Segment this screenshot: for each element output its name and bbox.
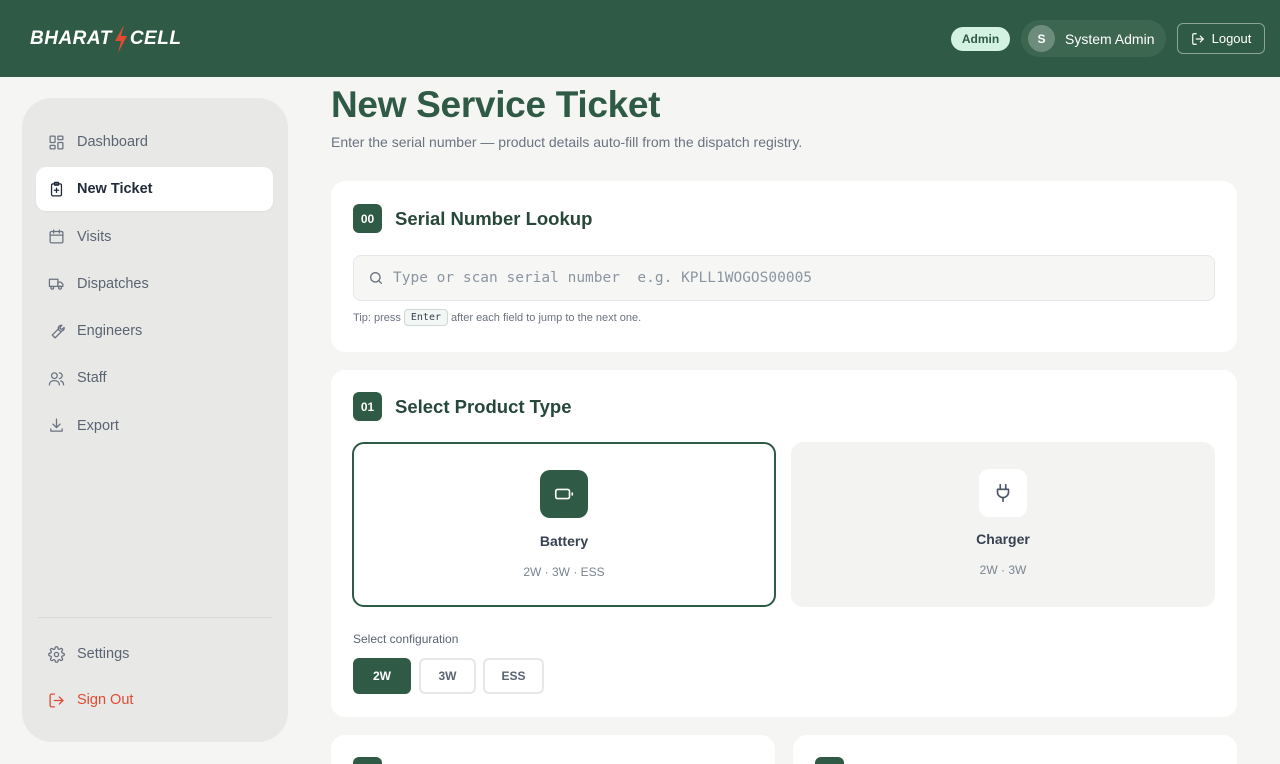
battery-icon [554, 488, 574, 500]
section-title: Serial Number Lookup [395, 208, 593, 229]
sidebar-item-label: Export [77, 417, 119, 434]
tip-text-after: after each field to jump to the next one… [451, 311, 642, 324]
sidebar: Dashboard New Ticket Visits Dispatches E… [22, 98, 288, 742]
sidebar-item-label: Staff [77, 370, 107, 387]
sidebar-item-label: Dispatches [77, 275, 149, 292]
page-subtitle: Enter the serial number — product detail… [331, 134, 803, 150]
sidebar-divider [38, 617, 272, 618]
sidebar-item-label: New Ticket [77, 181, 153, 198]
brand-text-left: BHARAT [30, 28, 112, 49]
sidebar-nav: Dashboard New Ticket Visits Dispatches E… [36, 120, 273, 451]
config-label: Select configuration [353, 632, 459, 646]
sidebar-item-staff[interactable]: Staff [36, 356, 273, 400]
top-bar: BHARAT CELL Admin S System Admin Logout [0, 0, 1280, 77]
sidebar-item-label: Sign Out [77, 692, 134, 708]
config-ess-button[interactable]: ESS [483, 658, 544, 694]
wrench-icon [51, 324, 65, 339]
sidebar-item-visits[interactable]: Visits [36, 215, 273, 259]
sidebar-bottom-nav: Settings Sign Out [36, 632, 273, 724]
sidebar-item-new-ticket[interactable]: New Ticket [36, 167, 273, 212]
tip-text-before: Tip: press [353, 311, 401, 324]
dashboard-grid-icon [49, 134, 64, 150]
product-name: Charger [976, 531, 1030, 547]
sidebar-item-label: Visits [77, 228, 112, 245]
sidebar-item-sign-out[interactable]: Sign Out [36, 678, 273, 722]
plug-icon-tile [979, 469, 1027, 517]
brand-logo[interactable]: BHARAT CELL [30, 24, 181, 54]
next-section-card-right [793, 735, 1237, 764]
product-name: Battery [539, 533, 589, 549]
config-2w-button[interactable]: 2W [353, 658, 411, 694]
next-section-card-left [331, 735, 775, 764]
step-badge: 00 [353, 204, 382, 233]
sidebar-item-dispatches[interactable]: Dispatches [36, 262, 273, 306]
product-option-battery[interactable]: Battery 2W · 3W · ESS [352, 442, 776, 607]
sidebar-item-settings[interactable]: Settings [36, 632, 273, 676]
config-3w-button[interactable]: 3W [419, 658, 476, 694]
section-title: Select Product Type [395, 396, 572, 417]
sidebar-item-label: Dashboard [77, 134, 148, 150]
step-badge [815, 757, 844, 764]
serial-lookup-card: 00 Serial Number Lookup Tip: press Enter… [331, 181, 1237, 352]
users-icon [48, 372, 65, 386]
gear-icon [48, 645, 65, 663]
avatar: S [1028, 25, 1055, 52]
sidebar-item-label: Settings [77, 646, 130, 662]
step-badge [353, 757, 382, 764]
page-title: New Service Ticket [331, 84, 661, 125]
battery-icon-tile [540, 470, 588, 518]
brand-text-right: CELL [129, 28, 182, 49]
download-icon [50, 418, 63, 433]
sidebar-item-dashboard[interactable]: Dashboard [36, 120, 273, 164]
sign-out-icon [49, 692, 64, 708]
enter-key-hint: Enter [403, 309, 448, 326]
product-variants: 2W · 3W [979, 563, 1027, 577]
user-name: System Admin [1065, 30, 1155, 47]
product-type-card: 01 Select Product Type Battery 2W · 3W ·… [331, 370, 1237, 717]
logout-icon [1191, 32, 1204, 45]
plug-icon [996, 483, 1010, 503]
calendar-icon [49, 229, 64, 244]
logout-button[interactable]: Logout [1177, 23, 1265, 54]
product-variants: 2W · 3W · ESS [523, 565, 605, 579]
step-badge: 01 [353, 392, 382, 421]
truck-icon [48, 279, 64, 291]
sidebar-item-export[interactable]: Export [36, 404, 273, 448]
product-option-charger[interactable]: Charger 2W · 3W [791, 442, 1215, 607]
serial-number-input[interactable] [393, 270, 1193, 286]
search-icon [370, 272, 382, 284]
sidebar-item-label: Engineers [77, 323, 143, 340]
serial-search-box[interactable] [353, 255, 1215, 301]
sidebar-item-engineers[interactable]: Engineers [36, 309, 273, 353]
user-menu[interactable]: S System Admin [1021, 20, 1166, 57]
clipboard-plus-icon [50, 181, 63, 197]
enter-tip: Tip: press Enter after each field to jum… [353, 309, 641, 326]
role-badge: Admin [951, 27, 1010, 51]
logout-label: Logout [1211, 31, 1252, 46]
lightning-bolt-icon [114, 25, 127, 53]
